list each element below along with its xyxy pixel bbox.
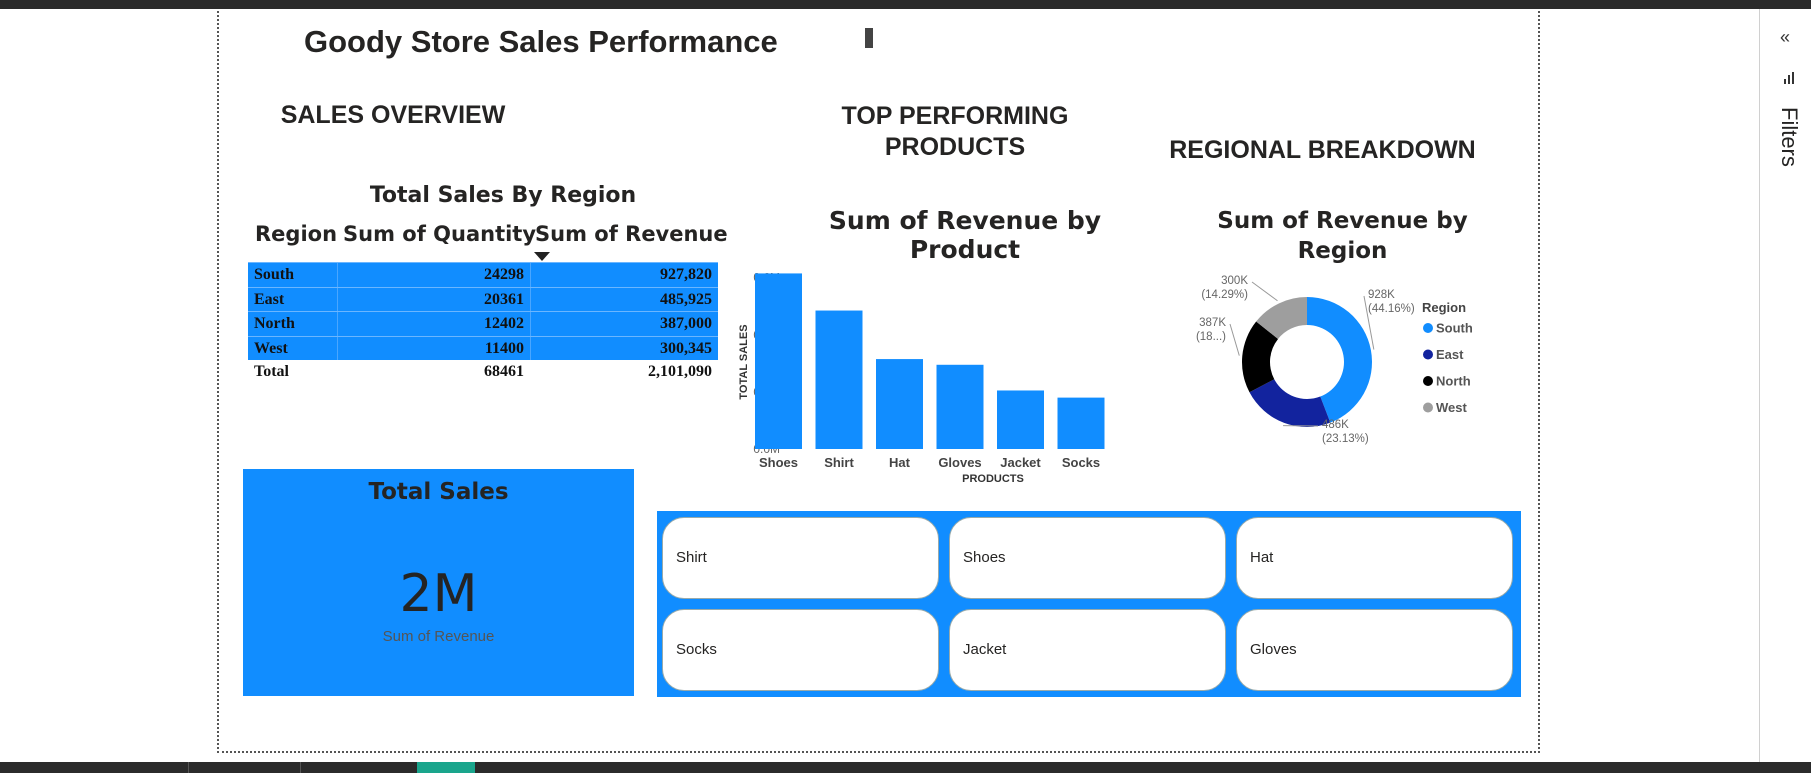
slicer-item-shirt[interactable]: Shirt xyxy=(662,517,939,599)
x-tick-label: Gloves xyxy=(938,455,981,470)
legend-marker xyxy=(1423,376,1433,386)
cell-region: West xyxy=(254,339,288,357)
data-label-percent: (23.13%) xyxy=(1322,433,1369,445)
cell-revenue: 927,820 xyxy=(660,266,712,283)
bar[interactable] xyxy=(1057,397,1105,449)
data-label-value: 300K xyxy=(1221,275,1248,287)
cell-quantity: 12402 xyxy=(484,315,524,332)
slicer-item-label: Gloves xyxy=(1250,641,1297,658)
table-row[interactable]: West 11400 300,345 xyxy=(248,335,718,360)
table-title: Total Sales By Region xyxy=(369,183,637,208)
legend-item[interactable]: North xyxy=(1436,374,1471,389)
filter-bars-icon[interactable] xyxy=(1782,71,1796,85)
sort-desc-icon[interactable] xyxy=(534,252,550,261)
legend-marker xyxy=(1423,323,1433,333)
slicer-item-label: Jacket xyxy=(963,641,1007,658)
card-label: Sum of Revenue xyxy=(382,628,495,645)
cell-region: North xyxy=(254,315,295,332)
data-label-value: 486K xyxy=(1322,419,1349,431)
cell-region: East xyxy=(254,290,285,308)
data-label-value: 928K xyxy=(1368,289,1395,301)
legend-item[interactable]: West xyxy=(1436,400,1467,415)
x-tick-label: Shoes xyxy=(759,455,798,470)
card-title: Total Sales xyxy=(368,479,509,505)
cell-revenue: 485,925 xyxy=(660,290,712,308)
total-sales-card[interactable]: Total Sales 2M Sum of Revenue xyxy=(243,469,634,696)
bar[interactable] xyxy=(815,310,863,449)
section-title-regional-breakdown: REGIONAL BREAKDOWN xyxy=(1169,136,1476,164)
data-label-value: 387K xyxy=(1199,317,1226,329)
x-tick-label: Socks xyxy=(1062,455,1100,470)
bar-chart-title: Sum of Revenue by Product xyxy=(828,206,1102,264)
bar[interactable] xyxy=(997,390,1044,449)
cell-quantity: 20361 xyxy=(484,290,524,308)
page-tabs-bar xyxy=(0,762,1811,773)
header-region[interactable]: Region xyxy=(255,222,337,246)
cell-total-quantity: 68461 xyxy=(484,363,524,380)
slicer-item-socks[interactable]: Socks xyxy=(662,609,939,691)
legend-item[interactable]: South xyxy=(1436,321,1473,336)
filters-pane[interactable]: « Filters xyxy=(1759,9,1811,762)
data-label-percent: (18...) xyxy=(1196,331,1226,343)
x-axis-title: PRODUCTS xyxy=(962,473,1024,485)
table-header: Region Sum of Quantity Sum of Revenue xyxy=(248,218,728,262)
chevrons-left-icon[interactable]: « xyxy=(1780,27,1790,48)
section-title-line: TOP PERFORMING xyxy=(841,102,1069,130)
legend-marker xyxy=(1423,349,1433,360)
text-cursor xyxy=(865,28,873,48)
page-tab-active[interactable] xyxy=(417,762,475,773)
slicer-item-shoes[interactable]: Shoes xyxy=(949,517,1226,599)
window-top-bar xyxy=(0,0,1811,9)
x-tick-label: Hat xyxy=(889,455,911,470)
table-row[interactable]: South 24298 927,820 xyxy=(248,262,718,287)
data-label-percent: (14.29%) xyxy=(1201,289,1248,301)
cell-total-revenue: 2,101,090 xyxy=(648,363,712,380)
leader-line xyxy=(1229,323,1240,356)
section-title-line: PRODUCTS xyxy=(884,133,1026,161)
header-quantity[interactable]: Sum of Quantity xyxy=(343,222,536,246)
table-row[interactable]: North 12402 387,000 xyxy=(248,311,718,336)
filters-label[interactable]: Filters xyxy=(1776,107,1802,167)
slicer-item-label: Hat xyxy=(1250,549,1274,566)
table-total-row: Total 68461 2,101,090 xyxy=(248,360,718,384)
page-title: Goody Store Sales Performance xyxy=(304,24,778,59)
slicer-item-label: Socks xyxy=(676,641,717,658)
x-tick-label: Shirt xyxy=(824,455,854,470)
header-revenue[interactable]: Sum of Revenue xyxy=(535,222,728,246)
bar[interactable] xyxy=(876,359,923,449)
slicer-item-gloves[interactable]: Gloves xyxy=(1236,609,1513,691)
section-title-top-products: TOP PERFORMING PRODUCTS xyxy=(810,101,1100,163)
cell-quantity: 11400 xyxy=(484,339,524,357)
donut-chart-title: Sum of Revenue by Region xyxy=(1217,208,1468,264)
slicer-item-hat[interactable]: Hat xyxy=(1236,517,1513,599)
slicer-item-label: Shirt xyxy=(676,549,707,566)
bar[interactable] xyxy=(755,273,802,449)
slicer-item-label: Shoes xyxy=(963,549,1006,566)
leader-line xyxy=(1251,281,1278,302)
revenue-by-region-chart[interactable]: 928K (44.16%) 486K (23.13%) 387K (18...) 300K (… xyxy=(1190,270,1520,460)
cell-revenue: 300,345 xyxy=(660,339,712,357)
cell-total-label: Total xyxy=(254,363,289,380)
region-table[interactable]: Region Sum of Quantity Sum of Revenue So… xyxy=(248,218,728,384)
revenue-by-product-chart[interactable]: 0.0M0.2M0.4M0.6MTOTAL SALESShoesShirtHat… xyxy=(730,262,1170,486)
cell-quantity: 24298 xyxy=(484,266,524,283)
x-tick-label: Jacket xyxy=(1000,455,1041,470)
legend-item[interactable]: East xyxy=(1436,347,1464,362)
legend-marker xyxy=(1423,402,1433,413)
section-title-sales-overview: SALES OVERVIEW xyxy=(280,101,506,129)
data-label-percent: (44.16%) xyxy=(1368,303,1415,315)
y-axis-title: TOTAL SALES xyxy=(738,324,750,399)
donut-slice[interactable] xyxy=(1249,379,1331,427)
card-value: 2M xyxy=(399,564,478,624)
slicer-item-jacket[interactable]: Jacket xyxy=(949,609,1226,691)
table-row[interactable]: East 20361 485,925 xyxy=(248,286,718,311)
bar[interactable] xyxy=(936,364,984,449)
cell-region: South xyxy=(254,266,295,283)
cell-revenue: 387,000 xyxy=(660,315,712,332)
product-slicer: Shirt Shoes Hat Socks Jacket Gloves xyxy=(657,511,1521,697)
legend-title: Region xyxy=(1422,300,1466,315)
